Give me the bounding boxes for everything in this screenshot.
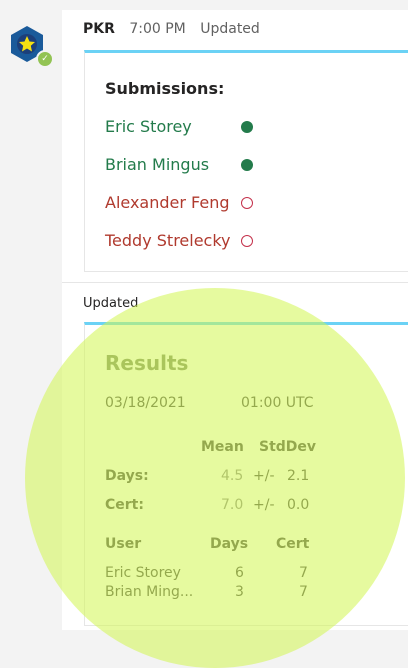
- results-card: Results 03/18/2021 01:00 UTC Mean StdDev…: [84, 322, 408, 626]
- empty-circle-icon: [241, 197, 253, 209]
- days-plusminus: +/-: [253, 468, 275, 484]
- days-mean: 4.5: [221, 468, 244, 484]
- table-cell-user: Eric Storey: [105, 565, 181, 581]
- submission-name: Alexander Feng: [105, 193, 230, 212]
- message-status: Updated: [200, 21, 260, 37]
- cert-stddev: 0.0: [287, 497, 310, 513]
- days-label: Days:: [105, 468, 149, 484]
- filled-circle-icon: [241, 159, 253, 171]
- update-label: Updated: [83, 296, 139, 311]
- cert-mean: 7.0: [221, 497, 244, 513]
- cert-plusminus: +/-: [253, 497, 275, 513]
- sender-name[interactable]: PKR: [83, 21, 115, 37]
- submissions-card: Submissions: Eric Storey Brian Mingus Al…: [84, 50, 408, 272]
- message-header: PKR 7:00 PM Updated: [83, 21, 260, 37]
- table-header-cert: Cert: [276, 536, 310, 552]
- submissions-title: Submissions:: [105, 79, 225, 98]
- checkmark-icon: ✓: [36, 50, 54, 68]
- table-cell-cert: 7: [299, 565, 308, 581]
- table-cell-cert: 7: [299, 584, 308, 600]
- cert-label: Cert:: [105, 497, 144, 513]
- empty-circle-icon: [241, 235, 253, 247]
- table-header-user: User: [105, 536, 142, 552]
- table-cell-days: 3: [235, 584, 244, 600]
- table-cell-days: 6: [235, 565, 244, 581]
- stddev-header: StdDev: [259, 439, 317, 455]
- bot-avatar[interactable]: ✓: [9, 25, 54, 68]
- table-header-days: Days: [210, 536, 249, 552]
- message-divider: [62, 282, 408, 283]
- results-date: 03/18/2021: [105, 395, 186, 411]
- submission-name: Brian Mingus: [105, 155, 210, 174]
- days-stddev: 2.1: [287, 468, 310, 484]
- submission-name: Teddy Strelecky: [105, 231, 231, 250]
- table-cell-user: Brian Ming...: [105, 584, 194, 600]
- filled-circle-icon: [241, 121, 253, 133]
- message-time: 7:00 PM: [129, 21, 186, 37]
- results-title: Results: [105, 351, 189, 375]
- results-time: 01:00 UTC: [241, 395, 314, 411]
- mean-header: Mean: [201, 439, 244, 455]
- submission-name: Eric Storey: [105, 117, 192, 136]
